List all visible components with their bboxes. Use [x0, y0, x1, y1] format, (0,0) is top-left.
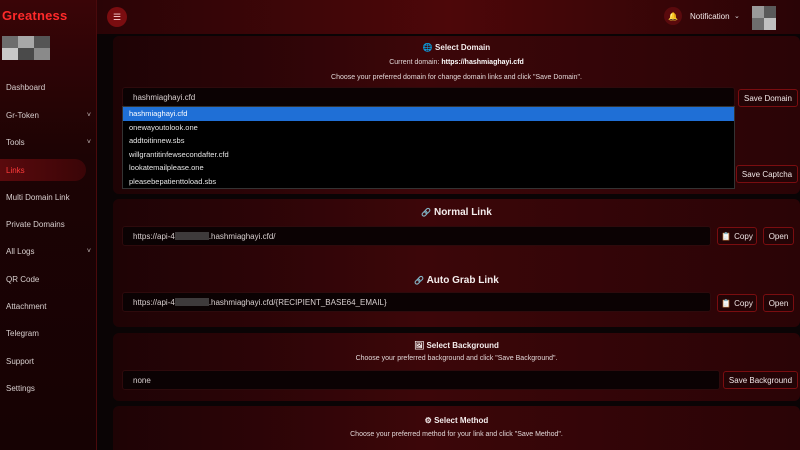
sidebar-item-tools[interactable]: Tools ˅ [0, 131, 97, 153]
auto-grab-field[interactable]: https://api-4 .hashmiaghayi.cfd/{RECIPIE… [122, 292, 711, 312]
background-instruction: Choose your preferred background and cli… [355, 355, 558, 362]
globe-icon: 🌐 [422, 43, 433, 52]
domain-instruction: Choose your preferred domain for change … [331, 74, 582, 81]
domain-option[interactable]: onewayoutolook.one [123, 121, 734, 135]
link-icon: 🔗 [414, 276, 425, 285]
domain-option[interactable]: pleasebepatienttoload.sbs [123, 175, 734, 189]
sidebar-item-label: Private Domains [6, 219, 65, 229]
domain-option[interactable]: hashmiaghayi.cfd [123, 107, 734, 121]
select-background-title: 🖼 Select Background [414, 341, 499, 350]
menu-toggle-button[interactable]: ☰ [107, 7, 127, 27]
sidebar-item-label: Dashboard [6, 82, 46, 92]
open-normal-link-button[interactable]: Open [763, 227, 794, 245]
sidebar-item-attachment[interactable]: Attachment [0, 295, 97, 317]
hamburger-icon: ☰ [112, 11, 122, 22]
normal-link-field[interactable]: https://api-4 .hashmiaghayi.cfd/ [122, 226, 711, 246]
sidebar-item-label: Attachment [6, 301, 47, 311]
sidebar-item-private-domains[interactable]: Private Domains [0, 213, 97, 235]
select-method-card: ⚙ Select Method Choose your preferred me… [113, 406, 800, 450]
user-avatar[interactable] [752, 6, 776, 30]
sidebar-item-label: Support [6, 356, 35, 366]
sidebar-item-gr-token[interactable]: Gr-Token ˅ [0, 104, 97, 126]
sidebar-item-label: Settings [6, 383, 35, 393]
auto-grab-card: 🔗 Auto Grab Link https://api-4 .hashmiag… [113, 265, 800, 327]
main-content: 🌐 Select Domain Current domain: https://… [113, 34, 800, 450]
image-icon: 🖼 [414, 341, 425, 350]
sidebar-item-label: Telegram [6, 328, 39, 338]
brand-logo[interactable]: Greatness [2, 8, 67, 23]
domain-select[interactable]: hashmiaghayi.cfd [122, 87, 735, 107]
sidebar-item-qr-code[interactable]: QR Code [0, 268, 97, 290]
chevron-down-icon: ˅ [86, 247, 91, 255]
sidebar-item-label: QR Code [6, 274, 40, 284]
select-method-title: ⚙ Select Method [424, 416, 489, 425]
sidebar-item-label: All Logs [6, 246, 35, 256]
clipboard-icon: 📋 [721, 298, 732, 308]
redacted-block [174, 232, 209, 240]
copy-normal-link-button[interactable]: 📋 Copy [717, 227, 757, 245]
chevron-down-icon: ˅ [86, 138, 91, 146]
clipboard-icon: 📋 [721, 231, 732, 241]
open-auto-grab-button[interactable]: Open [763, 294, 794, 312]
chevron-down-icon: ˅ [86, 111, 91, 119]
gear-icon: ⚙ [424, 416, 432, 425]
domain-dropdown-list[interactable]: hashmiaghayi.cfd onewayoutolook.one addtoi… [122, 106, 735, 189]
select-domain-title: 🌐 Select Domain [422, 43, 491, 52]
avatar[interactable] [2, 36, 50, 60]
save-captcha-button[interactable]: Save Captcha [736, 165, 798, 183]
auto-grab-title: 🔗 Auto Grab Link [414, 275, 499, 286]
sidebar-item-settings[interactable]: Settings [0, 377, 97, 399]
domain-option[interactable]: addtoitinnew.sbs [123, 134, 734, 148]
save-background-button[interactable]: Save Background [723, 371, 798, 389]
method-instruction: Choose your preferred method for your li… [350, 431, 563, 438]
sidebar-item-links[interactable]: Links [0, 159, 86, 181]
domain-option[interactable]: willgrantitinfewsecondafter.cfd [123, 148, 734, 162]
sidebar: Greatness Dashboard Gr-Token ˅ Tools ˅ Links M… [0, 0, 97, 450]
chevron-down-icon[interactable]: ⌄ [734, 12, 740, 20]
sidebar-item-multi-domain-link[interactable]: Multi Domain Link [0, 186, 97, 208]
background-select[interactable]: none [122, 370, 720, 390]
sidebar-item-label: Multi Domain Link [6, 192, 70, 202]
sidebar-item-label: Links [6, 165, 25, 175]
sidebar-item-dashboard[interactable]: Dashboard [0, 76, 97, 98]
save-domain-button[interactable]: Save Domain [738, 89, 798, 107]
bell-icon[interactable]: 🔔 [664, 7, 682, 25]
notification-label[interactable]: Notification [690, 12, 730, 21]
link-icon: 🔗 [421, 208, 432, 217]
topbar: ☰ 🔔 Notification ⌄ [97, 0, 800, 34]
sidebar-item-label: Tools [6, 137, 25, 147]
copy-auto-grab-button[interactable]: 📋 Copy [717, 294, 757, 312]
sidebar-item-telegram[interactable]: Telegram [0, 322, 97, 344]
current-domain-text: Current domain: https://hashmiaghayi.cfd [389, 59, 524, 66]
domain-option[interactable]: lookatemailplease.one [123, 161, 734, 175]
sidebar-item-support[interactable]: Support [0, 350, 97, 372]
select-background-card: 🖼 Select Background Choose your preferre… [113, 333, 800, 401]
sidebar-item-all-logs[interactable]: All Logs ˅ [0, 240, 97, 262]
redacted-block [174, 298, 209, 306]
normal-link-title: 🔗 Normal Link [421, 207, 492, 218]
sidebar-item-label: Gr-Token [6, 110, 39, 120]
